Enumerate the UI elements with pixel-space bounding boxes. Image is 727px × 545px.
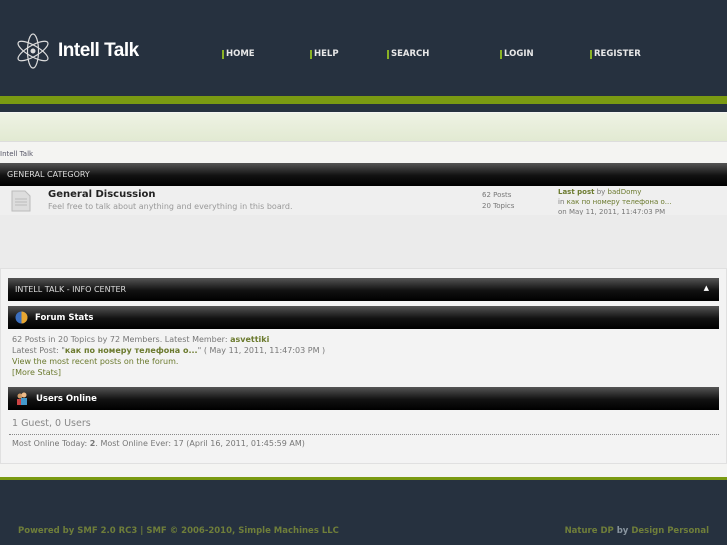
sub-header [0, 113, 727, 142]
last-post: Last post by badDomy in как по номеру те… [558, 187, 671, 217]
category-header: GENERAL CATEGORY [0, 163, 727, 186]
stats-summary: 62 Posts in 20 Topics by 72 Members. Lat… [12, 335, 228, 344]
info-center: INTELL TALK - INFO CENTER ▲ Forum Stats … [0, 268, 727, 464]
nav-register[interactable]: REGISTER [590, 50, 641, 59]
most-today-label: Most Online Today: [12, 439, 88, 448]
latest-post-label: Latest Post: " [12, 346, 65, 355]
board-name[interactable]: General Discussion [48, 189, 156, 200]
by-text: by [596, 188, 606, 196]
nav-login[interactable]: LOGIN [500, 50, 534, 59]
board-topics: 20 Topics [482, 202, 515, 210]
forum-stats-title: Forum Stats [35, 312, 94, 323]
atom-icon [17, 33, 49, 69]
most-online: Most Online Today: 2. Most Online Ever: … [12, 439, 305, 448]
header-strip [0, 104, 727, 112]
more-stats-link[interactable]: [More Stats] [12, 368, 61, 377]
spacer [0, 215, 727, 268]
board-posts: 62 Posts [482, 191, 512, 199]
last-post-topic[interactable]: как по номеру телефона о... [567, 198, 672, 206]
users-online-summary: 1 Guest, 0 Users [12, 418, 91, 429]
last-post-label: Last post [558, 188, 595, 196]
recent-posts-link[interactable]: View the most recent posts on the forum. [12, 357, 178, 366]
footer-credits[interactable]: Powered by SMF 2.0 RC3 | SMF © 2006-2010… [18, 526, 339, 536]
category-title: GENERAL CATEGORY [7, 170, 90, 179]
users-online-header: Users Online [8, 387, 719, 410]
board-description: Feel free to talk about anything and eve… [48, 202, 293, 211]
theme-credits: Nature DP by Design Personal [565, 526, 709, 536]
last-post-author[interactable]: badDomy [608, 188, 642, 196]
latest-post-link[interactable]: как по номеру телефона о... [65, 346, 198, 355]
forum-stats-body: 62 Posts in 20 Topics by 72 Members. Lat… [12, 334, 325, 378]
breadcrumb[interactable]: Intell Talk [0, 150, 33, 158]
most-ever: . Most Online Ever: 17 (April 16, 2011, … [95, 439, 305, 448]
board-row: General Discussion Feel free to talk abo… [0, 186, 727, 217]
nav-search[interactable]: SEARCH [387, 50, 429, 59]
nav-help[interactable]: HELP [310, 50, 339, 59]
header: Intell Talk HOME HELP SEARCH LOGIN REGIS… [0, 0, 727, 96]
collapse-icon[interactable]: ▲ [704, 284, 709, 292]
dotted-divider [9, 434, 719, 435]
board-icon [11, 190, 31, 212]
info-center-header: INTELL TALK - INFO CENTER ▲ [8, 278, 719, 301]
users-icon [17, 392, 27, 405]
accent-bar [0, 96, 727, 104]
footer: Powered by SMF 2.0 RC3 | SMF © 2006-2010… [0, 477, 727, 545]
latest-post-date: " ( May 11, 2011, 11:47:03 PM ) [197, 346, 326, 355]
stats-pie-icon [15, 311, 28, 324]
latest-member-link[interactable]: asvettiki [230, 335, 269, 344]
in-text: in [558, 198, 565, 206]
site-logo[interactable]: Intell Talk [16, 32, 139, 70]
nav-home[interactable]: HOME [222, 50, 255, 59]
users-online-title: Users Online [36, 393, 97, 404]
theme-link[interactable]: Nature DP [565, 526, 614, 536]
author-link[interactable]: Design Personal [631, 526, 709, 536]
forum-stats-header: Forum Stats [8, 306, 719, 329]
by-text: by [616, 526, 629, 536]
info-center-title: INTELL TALK - INFO CENTER [15, 285, 127, 294]
site-title: Intell Talk [58, 40, 139, 61]
